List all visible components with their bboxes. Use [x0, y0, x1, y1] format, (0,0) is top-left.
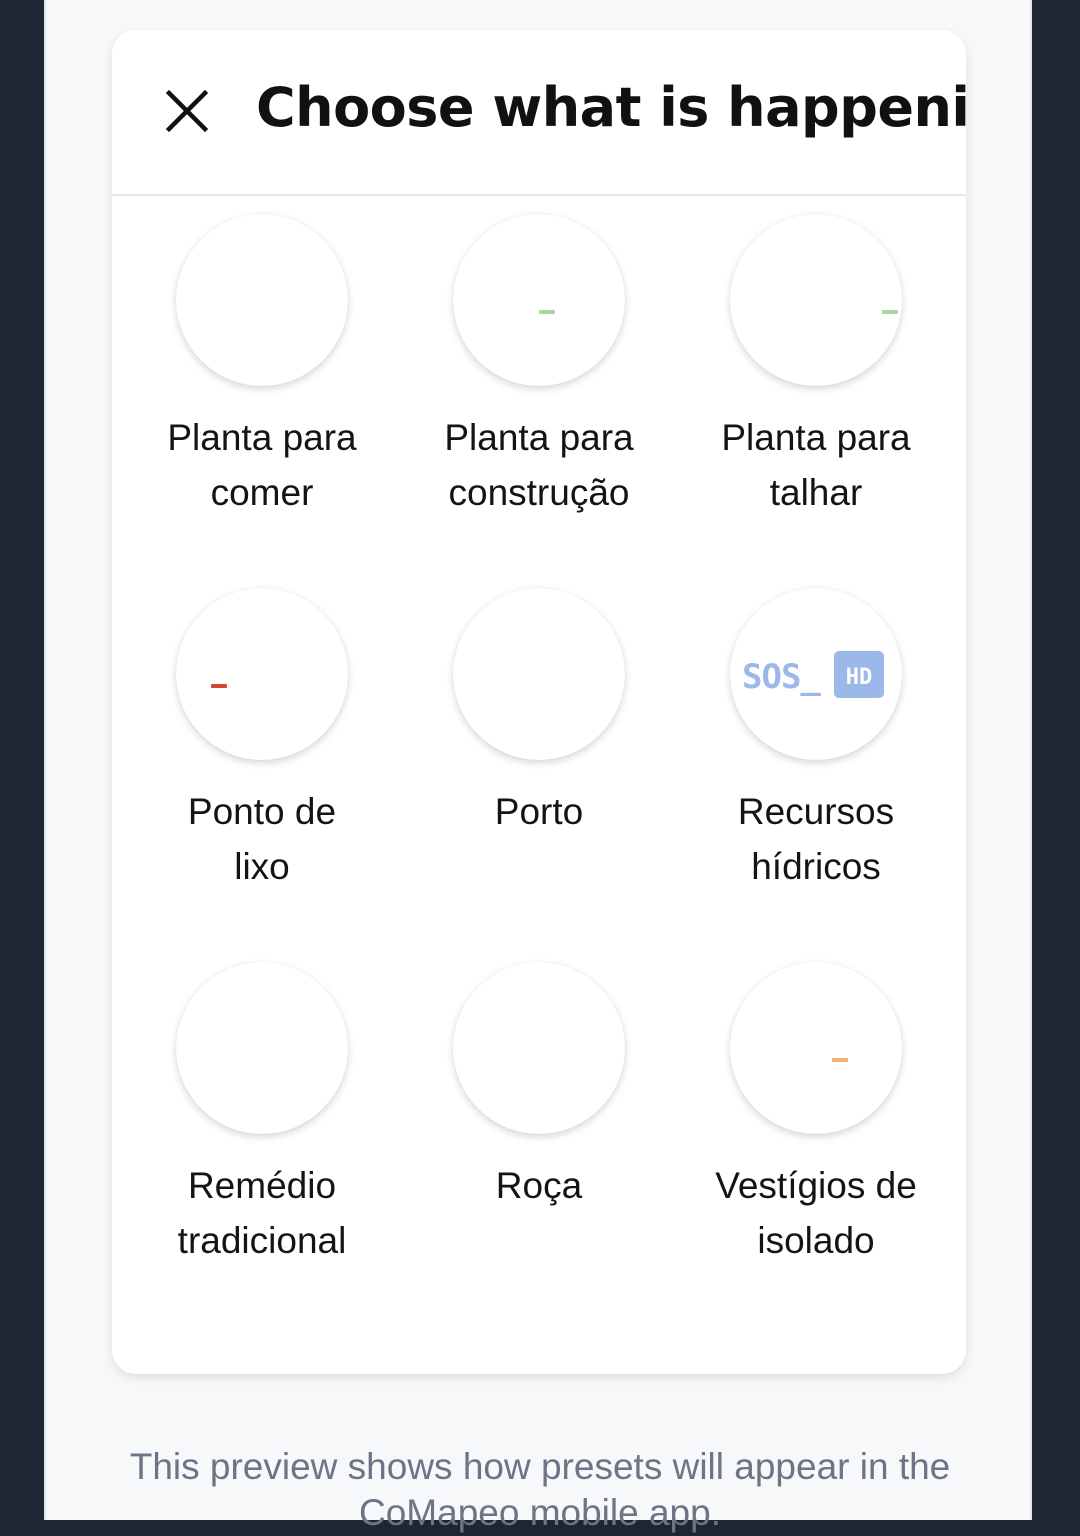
preset-label-line1: Roça — [495, 1165, 583, 1206]
preset-label-line1: Vestígios de — [715, 1165, 917, 1206]
preset-icon-circle — [730, 962, 902, 1134]
preset-label-line1: Ponto de — [187, 791, 337, 832]
preset-label-line1: Planta para — [721, 417, 911, 458]
preset-label: Remédio tradicional — [132, 1158, 392, 1268]
preset-label-line2: tradicional — [177, 1220, 347, 1261]
sos-hd-logo-icon: SOS_ HD — [742, 651, 884, 698]
preset-label-line2: isolado — [757, 1220, 875, 1261]
preset-label: Vestígios de isolado — [686, 1158, 946, 1268]
preset-label: Planta para talhar — [686, 410, 946, 520]
hd-badge-text: HD — [846, 665, 873, 690]
preset-icon-circle — [453, 962, 625, 1134]
preset-label-line2: lixo — [234, 846, 290, 887]
preset-icon-circle — [176, 214, 348, 386]
preset-icon-circle: SOS_ HD — [730, 588, 902, 760]
close-icon — [165, 89, 209, 133]
preset-label-line2: hídricos — [751, 846, 881, 887]
preset-icon-circle — [176, 962, 348, 1134]
preset-label-line1: Planta para — [167, 417, 357, 458]
preset-icon-circle — [453, 214, 625, 386]
preset-label: Roça — [409, 1158, 669, 1213]
preset-label-line2: talhar — [769, 472, 863, 513]
preset-label-line1: Remédio — [187, 1165, 337, 1206]
green-dash-icon — [882, 310, 898, 314]
orange-dash-icon — [832, 1058, 848, 1062]
preset-label: Planta para construção — [409, 410, 669, 520]
preset-label: Ponto de lixo — [132, 784, 392, 894]
footer-line2: CoMapeo mobile app. — [359, 1492, 721, 1533]
preset-icon-circle — [176, 588, 348, 760]
preset-label-line1: Porto — [494, 791, 584, 832]
green-dash-icon — [539, 310, 555, 314]
preset-label: Porto — [409, 784, 669, 839]
red-dash-icon — [211, 684, 227, 688]
preset-label-line2: comer — [210, 472, 314, 513]
preset-label-line1: Planta para — [444, 417, 634, 458]
preset-label: Recursos hídricos — [686, 784, 946, 894]
preset-label-line2: construção — [448, 472, 630, 513]
preview-footer-note: This preview shows how presets will appe… — [0, 1444, 1080, 1536]
close-button[interactable] — [164, 88, 210, 134]
sos-logo-text: SOS_ — [742, 657, 821, 697]
dialog-header: Choose what is happening — [112, 30, 966, 196]
preset-icon-circle — [453, 588, 625, 760]
footer-line1: This preview shows how presets will appe… — [129, 1446, 951, 1487]
preset-chooser-dialog: Choose what is happening Planta para com… — [112, 30, 966, 1374]
preset-label: Planta para comer — [132, 410, 392, 520]
preset-label-line1: Recursos — [737, 791, 895, 832]
dialog-title: Choose what is happening — [256, 76, 966, 139]
preset-icon-circle — [730, 214, 902, 386]
